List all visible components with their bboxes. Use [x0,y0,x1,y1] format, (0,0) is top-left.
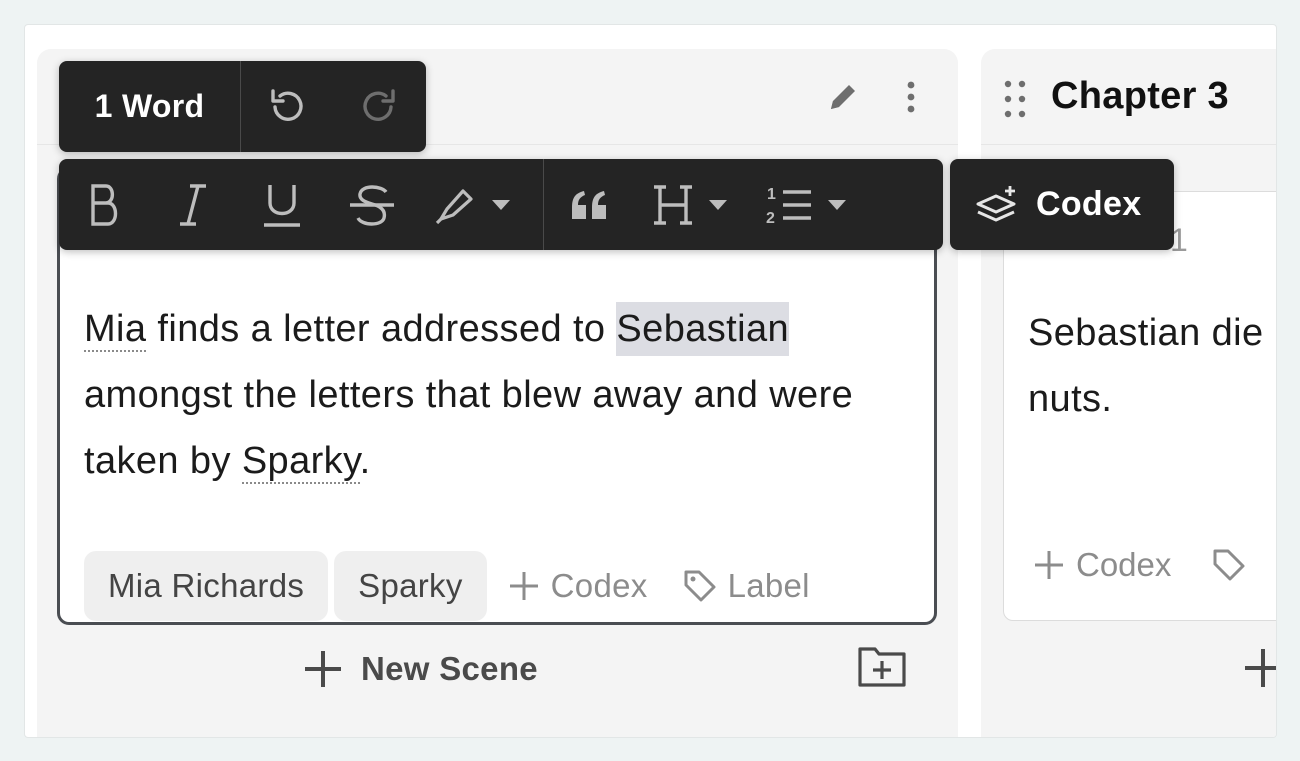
redo-icon [363,88,395,121]
underline-icon [264,184,300,227]
scene-text-line: nuts. [1028,378,1113,420]
highlighter-icon [435,188,473,224]
codex-button[interactable]: Codex [950,159,1174,250]
plus-icon[interactable] [1243,643,1277,693]
strikethrough-icon [350,184,394,226]
codex-label: Codex [1036,185,1142,223]
add-codex-label: Codex [550,567,648,604]
scene-text[interactable]: Mia finds a letter addressed to Sebastia… [84,296,904,494]
format-toolbar: 1 2 [59,159,943,250]
quote-button[interactable] [544,159,636,250]
ordered-list-icon: 1 2 [766,186,811,227]
tag-icon [1213,549,1245,581]
word-count: 1 Word [59,61,241,152]
pencil-icon[interactable] [825,79,861,115]
svg-text:1: 1 [767,186,776,203]
add-folder-icon[interactable] [857,643,907,689]
underline-button[interactable] [237,159,327,250]
new-scene-label: New Scene [361,650,538,687]
list-button[interactable]: 1 2 [744,159,868,250]
italic-icon [180,183,206,226]
svg-text:2: 2 [766,210,775,227]
scene-text[interactable]: Sebastian die nuts. [1028,300,1276,432]
highlight-button[interactable] [417,159,527,250]
add-label-button[interactable]: Label [668,551,824,621]
more-vertical-icon[interactable] [903,79,919,115]
word-count-toolbar: 1 Word [59,61,426,152]
drag-handle-icon[interactable] [1001,79,1029,119]
chevron-down-icon [709,199,727,210]
add-codex-button[interactable]: Codex [1032,530,1247,600]
plus-icon [1035,551,1063,579]
plus-icon [305,651,341,687]
bold-icon [91,183,118,226]
chapter-column: Chapter 3 1 Sebastian die nuts. Codex [981,49,1277,737]
chevron-down-icon [828,199,846,210]
redo-button[interactable] [333,61,425,152]
scene-text-segment: amongst the letters that blew away and w… [84,374,854,482]
codex-tag[interactable]: Sparky [334,551,487,621]
undo-button[interactable] [241,61,333,152]
codex-layers-icon [976,185,1016,221]
quote-icon [572,190,606,219]
add-codex-button[interactable]: Codex [493,551,662,621]
codex-reference[interactable]: Sparky [241,440,360,484]
chapter-title[interactable]: Chapter 3 [1051,75,1229,118]
scene-text-segment: . [359,440,371,482]
plus-icon [509,572,538,600]
strikethrough-button[interactable] [327,159,417,250]
add-label-label: Label [727,567,810,604]
codex-tag[interactable]: Mia Richards [84,551,329,621]
scene-text-segment: finds a letter addressed to [146,308,617,350]
bold-button[interactable] [59,159,149,250]
undo-icon [271,88,303,121]
column-header: Chapter 3 [981,49,1276,145]
italic-button[interactable] [149,159,237,250]
scene-card[interactable]: 1 Sebastian die nuts. Codex [1003,191,1276,621]
add-codex-label: Codex [1076,546,1172,583]
selected-text[interactable]: Sebastian [616,302,790,356]
heading-icon [654,184,692,225]
chevron-down-icon [492,199,510,210]
scene-tags: Mia Richards Sparky Codex Label [84,550,824,622]
codex-reference[interactable]: Mia [84,308,147,352]
tag-icon [684,570,716,602]
new-scene-button[interactable]: New Scene [303,641,538,697]
scene-text-line: Sebastian die [1028,312,1264,354]
heading-button[interactable] [636,159,744,250]
chapter-column: Mia finds a letter addressed to Sebastia… [37,49,958,737]
